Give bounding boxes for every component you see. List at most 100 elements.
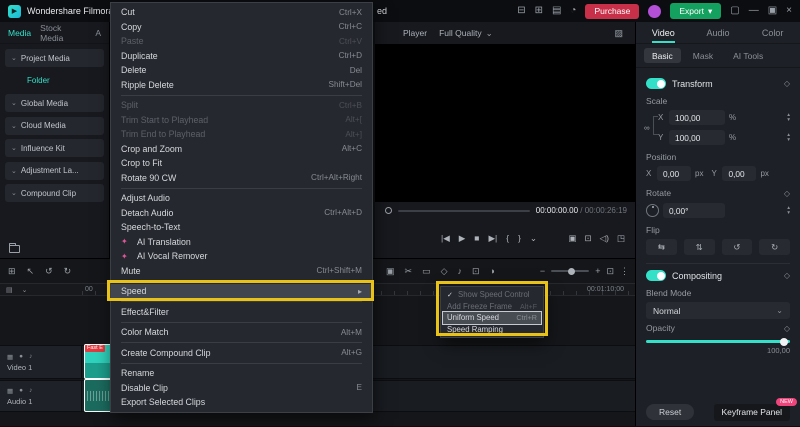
grid-icon[interactable]: ⊞ bbox=[535, 6, 543, 16]
zoom-slider-handle[interactable] bbox=[568, 267, 576, 275]
crop-icon[interactable]: ⊡ bbox=[472, 266, 480, 277]
volume-icon[interactable]: ◁) bbox=[600, 233, 609, 244]
zoom-out-icon[interactable]: − bbox=[540, 266, 545, 276]
video-track-header[interactable]: ▦ ● ♪ Video 1 bbox=[0, 346, 82, 378]
properties-tab-video[interactable]: Video bbox=[636, 22, 691, 43]
audio-track-header[interactable]: ▦ ● ♪ Audio 1 bbox=[0, 381, 82, 411]
more-options-icon[interactable]: ⌄ bbox=[530, 233, 537, 244]
rotate-cw-icon[interactable]: ↻ bbox=[759, 239, 790, 255]
keyframe-panel-button[interactable]: Keyframe Panel NEW bbox=[713, 397, 797, 421]
menu-item-paste[interactable]: Paste Ctrl+V bbox=[111, 34, 372, 49]
menu-item-rename[interactable]: Rename bbox=[111, 366, 372, 381]
transform-toggle[interactable] bbox=[646, 78, 666, 89]
rotate-dial[interactable] bbox=[646, 204, 659, 217]
media-browser-icon[interactable]: ⊞ bbox=[8, 266, 16, 277]
menu-item[interactable] bbox=[111, 360, 372, 366]
menu-item[interactable] bbox=[111, 185, 372, 191]
minimize-icon[interactable]: — bbox=[749, 6, 759, 16]
menu-item-speech-to-text[interactable]: Speech-to-Text bbox=[111, 220, 372, 235]
layout-icon[interactable]: ⊟ bbox=[517, 6, 525, 16]
reset-button[interactable]: Reset bbox=[646, 404, 695, 420]
purchase-button[interactable]: Purchase bbox=[585, 3, 640, 19]
track-icon[interactable]: ● bbox=[19, 353, 23, 361]
flip-vertical-icon[interactable]: ⇅ bbox=[683, 239, 715, 255]
speed-tool-icon[interactable]: ◑ bbox=[490, 266, 495, 276]
panels-icon[interactable]: ▤ bbox=[552, 6, 561, 16]
menu-item-speed[interactable]: Speed ▸ bbox=[111, 284, 372, 299]
flip-horizontal-icon[interactable]: ⇆ bbox=[646, 239, 677, 255]
properties-tab-color[interactable]: Color bbox=[745, 22, 800, 43]
media-tab-media[interactable]: Media bbox=[8, 28, 31, 38]
menu-item-delete[interactable]: Delete Del bbox=[111, 63, 372, 78]
menu-item-detach-audio[interactable]: Detach Audio Ctrl+Alt+D bbox=[111, 206, 372, 221]
menu-item-create-compound-clip[interactable]: Create Compound Clip Alt+G bbox=[111, 346, 372, 361]
delete-clip-icon[interactable]: ▭ bbox=[422, 266, 431, 277]
track-icon[interactable]: ▦ bbox=[7, 387, 13, 395]
track-manager-icon[interactable]: ▤ bbox=[6, 286, 13, 294]
properties-subtab-basic[interactable]: Basic bbox=[644, 48, 681, 63]
properties-subtab-mask[interactable]: Mask bbox=[685, 48, 721, 63]
rotate-ccw-icon[interactable]: ↺ bbox=[721, 239, 753, 255]
voiceover-icon[interactable]: ♪ bbox=[458, 266, 463, 276]
scale-y-stepper[interactable]: ▴ ▾ bbox=[787, 133, 790, 142]
zoom-slider[interactable] bbox=[551, 267, 590, 275]
blend-mode-select[interactable]: Normal ⌄ bbox=[646, 302, 790, 319]
undo-icon[interactable]: ↺ bbox=[45, 266, 53, 277]
player-panel-icon[interactable]: ▨ bbox=[614, 28, 623, 39]
menu-item-export-selected-clips[interactable]: Export Selected Clips bbox=[111, 395, 372, 410]
menu-item-color-match[interactable]: Color Match Alt+M bbox=[111, 325, 372, 340]
marker-icon[interactable]: ◇ bbox=[441, 266, 448, 277]
play-icon[interactable]: ▶ bbox=[459, 233, 466, 244]
media-item-folder[interactable]: Folder bbox=[5, 72, 104, 90]
maximize-icon[interactable]: ▣ bbox=[768, 6, 777, 16]
screen-layout-icon[interactable]: ▢ bbox=[730, 6, 739, 16]
rotate-stepper[interactable]: ▴ ▾ bbox=[787, 206, 790, 215]
mark-out-icon[interactable]: } bbox=[518, 233, 521, 244]
media-item-global-media[interactable]: ⌄ Global Media bbox=[5, 94, 104, 112]
rotate-keyframe-icon[interactable]: ◇ bbox=[784, 189, 790, 198]
menu-item-ai-vocal-remover[interactable]: ✦ AI Vocal Remover bbox=[111, 249, 372, 264]
menu-item[interactable] bbox=[111, 319, 372, 325]
track-icon[interactable]: ● bbox=[19, 387, 23, 395]
scale-link-icon[interactable]: ∞ bbox=[644, 123, 650, 132]
track-icon[interactable]: ♪ bbox=[29, 387, 32, 395]
menu-item[interactable] bbox=[111, 92, 372, 98]
seek-handle[interactable] bbox=[385, 207, 392, 214]
submenu-item-add-freeze-frame[interactable]: Add Freeze Frame Alt+F bbox=[443, 301, 541, 313]
menu-item[interactable] bbox=[111, 299, 372, 305]
fit-timeline-icon[interactable]: ⊡ bbox=[606, 266, 614, 277]
more-icon[interactable]: ⋮ bbox=[620, 266, 629, 277]
menu-item-split[interactable]: Split Ctrl+B bbox=[111, 98, 372, 113]
media-item-cloud-media[interactable]: ⌄ Cloud Media bbox=[5, 116, 104, 135]
media-tab-a[interactable]: A bbox=[95, 28, 101, 38]
notifications-icon[interactable]: ◔ bbox=[570, 6, 576, 16]
next-frame-icon[interactable]: ▶| bbox=[488, 233, 497, 244]
menu-item-disable-clip[interactable]: Disable Clip E bbox=[111, 381, 372, 396]
menu-item-copy[interactable]: Copy Ctrl+C bbox=[111, 20, 372, 35]
menu-item-duplicate[interactable]: Duplicate Ctrl+D bbox=[111, 49, 372, 64]
rotate-input[interactable]: 0,00° bbox=[663, 203, 725, 218]
position-y-input[interactable]: 0,00 bbox=[722, 166, 757, 181]
previous-frame-icon[interactable]: |◀ bbox=[441, 233, 450, 244]
menu-item-trim-start-to-playhead[interactable]: Trim Start to Playhead Alt+[ bbox=[111, 113, 372, 128]
position-x-input[interactable]: 0,00 bbox=[657, 166, 691, 181]
properties-subtab-ai-tools[interactable]: AI Tools bbox=[725, 48, 771, 63]
media-item-adjustment-la[interactable]: ⌄ Adjustment La... bbox=[5, 161, 104, 180]
account-avatar[interactable] bbox=[648, 4, 662, 18]
scale-y-input[interactable]: 100,00 bbox=[669, 130, 725, 145]
opacity-keyframe-icon[interactable]: ◇ bbox=[784, 324, 790, 333]
menu-item-effect-filter[interactable]: Effect&Filter bbox=[111, 305, 372, 320]
stop-icon[interactable]: ■ bbox=[474, 233, 479, 244]
redo-icon[interactable]: ↻ bbox=[64, 266, 72, 277]
scale-x-stepper[interactable]: ▴ ▾ bbox=[787, 113, 790, 122]
menu-item-mute[interactable]: Mute Ctrl+Shift+M bbox=[111, 264, 372, 279]
close-icon[interactable]: × bbox=[786, 6, 792, 16]
snapshot-icon[interactable]: ▣ bbox=[568, 233, 576, 244]
submenu-item-show-speed-control[interactable]: ✓ Show Speed Control bbox=[443, 289, 541, 301]
menu-item[interactable] bbox=[111, 278, 372, 284]
zoom-in-icon[interactable]: + bbox=[595, 266, 600, 276]
menu-item-cut[interactable]: Cut Ctrl+X bbox=[111, 5, 372, 20]
opacity-slider[interactable] bbox=[646, 337, 790, 346]
media-item-compound-clip[interactable]: ⌄ Compound Clip bbox=[5, 184, 104, 202]
transform-keyframe-icon[interactable]: ◇ bbox=[784, 79, 790, 88]
